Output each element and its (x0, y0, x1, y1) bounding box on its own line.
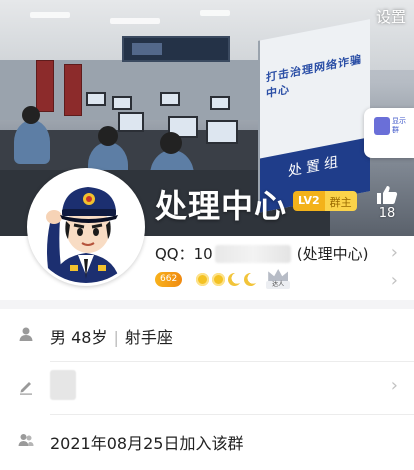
operator (14, 120, 50, 164)
info-row-bio[interactable] (0, 362, 414, 414)
group-icon (18, 434, 34, 446)
crown-icon: 达人 (266, 269, 291, 289)
bio-redacted (50, 370, 76, 400)
qq-number: 10 (193, 244, 213, 263)
chevron-right-icon[interactable]: › (391, 375, 398, 396)
thumbs-up-icon (377, 186, 398, 204)
monitor (206, 120, 238, 144)
like-count: 18 (378, 206, 396, 221)
monitor (160, 92, 180, 106)
crown-label: 达人 (266, 281, 291, 289)
operator-head (160, 132, 182, 154)
monitor (86, 92, 106, 106)
level-label: LV2 (293, 191, 325, 211)
role-label: 群主 (324, 191, 357, 211)
badge-row[interactable]: 662 达人 (155, 269, 291, 289)
qq-row[interactable]: QQ： 10 (处理中心) (155, 243, 368, 264)
qq-label: QQ： (155, 245, 194, 263)
info-row-basic[interactable]: 男 48岁 | 射手座 (0, 309, 414, 361)
wall-banner (64, 64, 82, 116)
mini-avatar-icon (374, 117, 390, 135)
pencil-icon (20, 382, 32, 395)
settings-button[interactable]: 设置 (376, 6, 406, 27)
crown-cap (268, 269, 289, 281)
moon-icon (228, 272, 242, 286)
wall-screen (122, 36, 230, 62)
info-row-join-date[interactable]: 2021年08月25日加入该群 (0, 415, 414, 467)
ceiling-light (110, 18, 160, 24)
like-button[interactable]: 18 (372, 185, 402, 221)
qq-suffix: (处理中心) (296, 245, 369, 263)
separator: | (113, 328, 119, 347)
side-widget[interactable]: 显示 群 (364, 108, 414, 158)
moon-icon (244, 272, 258, 286)
level-badge[interactable]: LV2 群主 (293, 191, 357, 211)
points-badge: 662 (155, 271, 183, 287)
profile-name: 处理中心 (155, 187, 288, 225)
points-value: 662 (160, 273, 178, 284)
side-widget-text: 显示 群 (392, 117, 406, 134)
operator-head (98, 126, 118, 146)
monitor (112, 96, 132, 110)
ceiling-light (200, 10, 230, 16)
zodiac: 射手座 (124, 328, 173, 347)
chevron-right-icon[interactable]: › (391, 270, 398, 291)
ceiling-light (30, 12, 70, 18)
sun-icon (196, 272, 210, 286)
chevron-right-icon[interactable]: › (391, 242, 398, 263)
section-divider (0, 300, 414, 309)
monitor (210, 96, 230, 110)
monitor (118, 112, 144, 132)
wall-banner (36, 60, 54, 112)
qq-number-redacted (214, 244, 291, 263)
info-row-text: 男 48岁 | 射手座 (50, 324, 173, 348)
user-icon (19, 327, 33, 341)
join-date: 2021年08月25日加入该群 (50, 434, 244, 453)
sun-icon (212, 272, 226, 286)
operator-head (22, 106, 40, 124)
avatar[interactable] (27, 168, 145, 286)
police-cartoon-avatar (30, 171, 142, 283)
gender-age: 男 48岁 (50, 328, 108, 347)
